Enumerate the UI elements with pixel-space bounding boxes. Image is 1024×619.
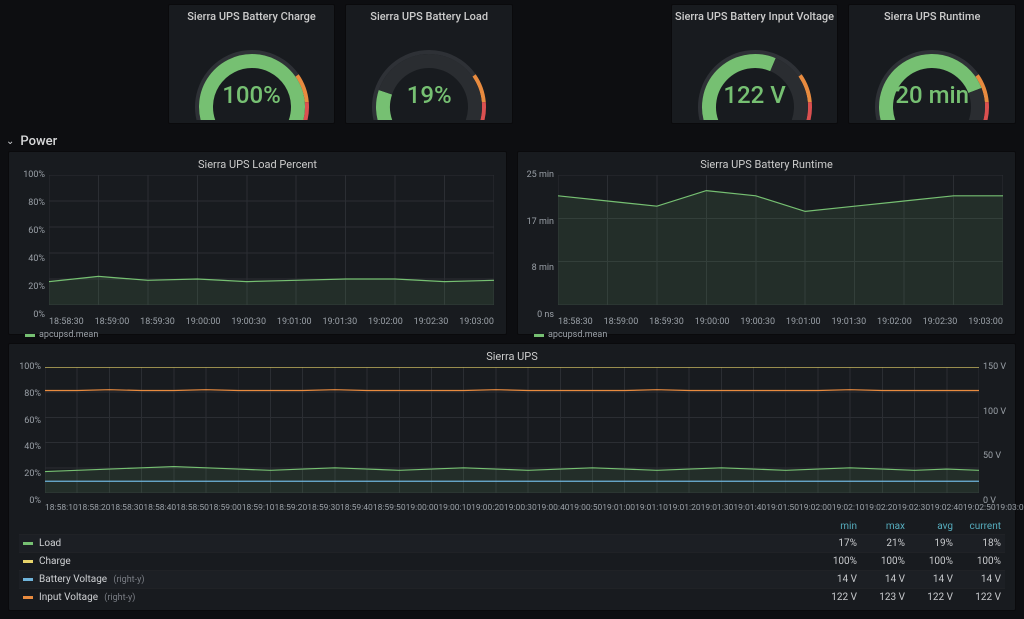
chart-legend: apcupsd.mean [25,330,500,340]
chart-sierra-ups[interactable]: Sierra UPS 0%20%40%60%80%100%0 V50 V100 … [8,343,1016,611]
panel-title: Sierra UPS [15,348,1009,367]
panel-title: Sierra UPS Load Percent [15,156,500,175]
chevron-down-icon: ⌄ [6,136,14,147]
gauge-arc: 20 min [857,25,1007,115]
panel-title: Sierra UPS Battery Runtime [524,156,1009,175]
legend-row[interactable]: Input Voltage (right-y)122 V123 V122 V12… [19,588,1005,606]
gauge-battery-charge[interactable]: Sierra UPS Battery Charge 100% [168,4,336,124]
gauge-battery-load[interactable]: Sierra UPS Battery Load 19% [345,4,513,124]
gauge-runtime[interactable]: Sierra UPS Runtime 20 min [848,4,1016,124]
gauge-arc: 19% [354,25,504,115]
panel-title: Sierra UPS Battery Input Voltage [675,5,834,25]
row-header-power[interactable]: ⌄ Power [0,132,1024,151]
chart-legend: apcupsd.mean [534,330,1009,340]
legend-table: min max avg current Load17%21%19%18%Char… [19,519,1005,606]
chart-load-percent[interactable]: Sierra UPS Load Percent 0%20%40%60%80%10… [8,151,507,335]
gauge-arc: 122 V [680,25,830,115]
gauge-value: 20 min [857,81,1007,109]
gauge-value: 100% [177,81,327,109]
gauge-arc: 100% [177,25,327,115]
gauge-value: 122 V [680,81,830,109]
chart-battery-runtime[interactable]: Sierra UPS Battery Runtime 0 ns8 min17 m… [517,151,1016,335]
legend-row[interactable]: Charge100%100%100%100% [19,552,1005,570]
gauges-row: Sierra UPS Battery Charge 100% Sierra UP… [0,0,1024,132]
panel-title: Sierra UPS Runtime [884,5,980,25]
charts-row: Sierra UPS Load Percent 0%20%40%60%80%10… [0,151,1024,343]
legend-row[interactable]: Load17%21%19%18% [19,534,1005,552]
panel-title: Sierra UPS Battery Load [370,5,488,25]
gauge-input-voltage[interactable]: Sierra UPS Battery Input Voltage 122 V [671,4,839,124]
gauge-value: 19% [354,81,504,109]
panel-title: Sierra UPS Battery Charge [187,5,316,25]
row-header-label: Power [20,134,57,149]
legend-row[interactable]: Battery Voltage (right-y)14 V14 V14 V14 … [19,570,1005,588]
